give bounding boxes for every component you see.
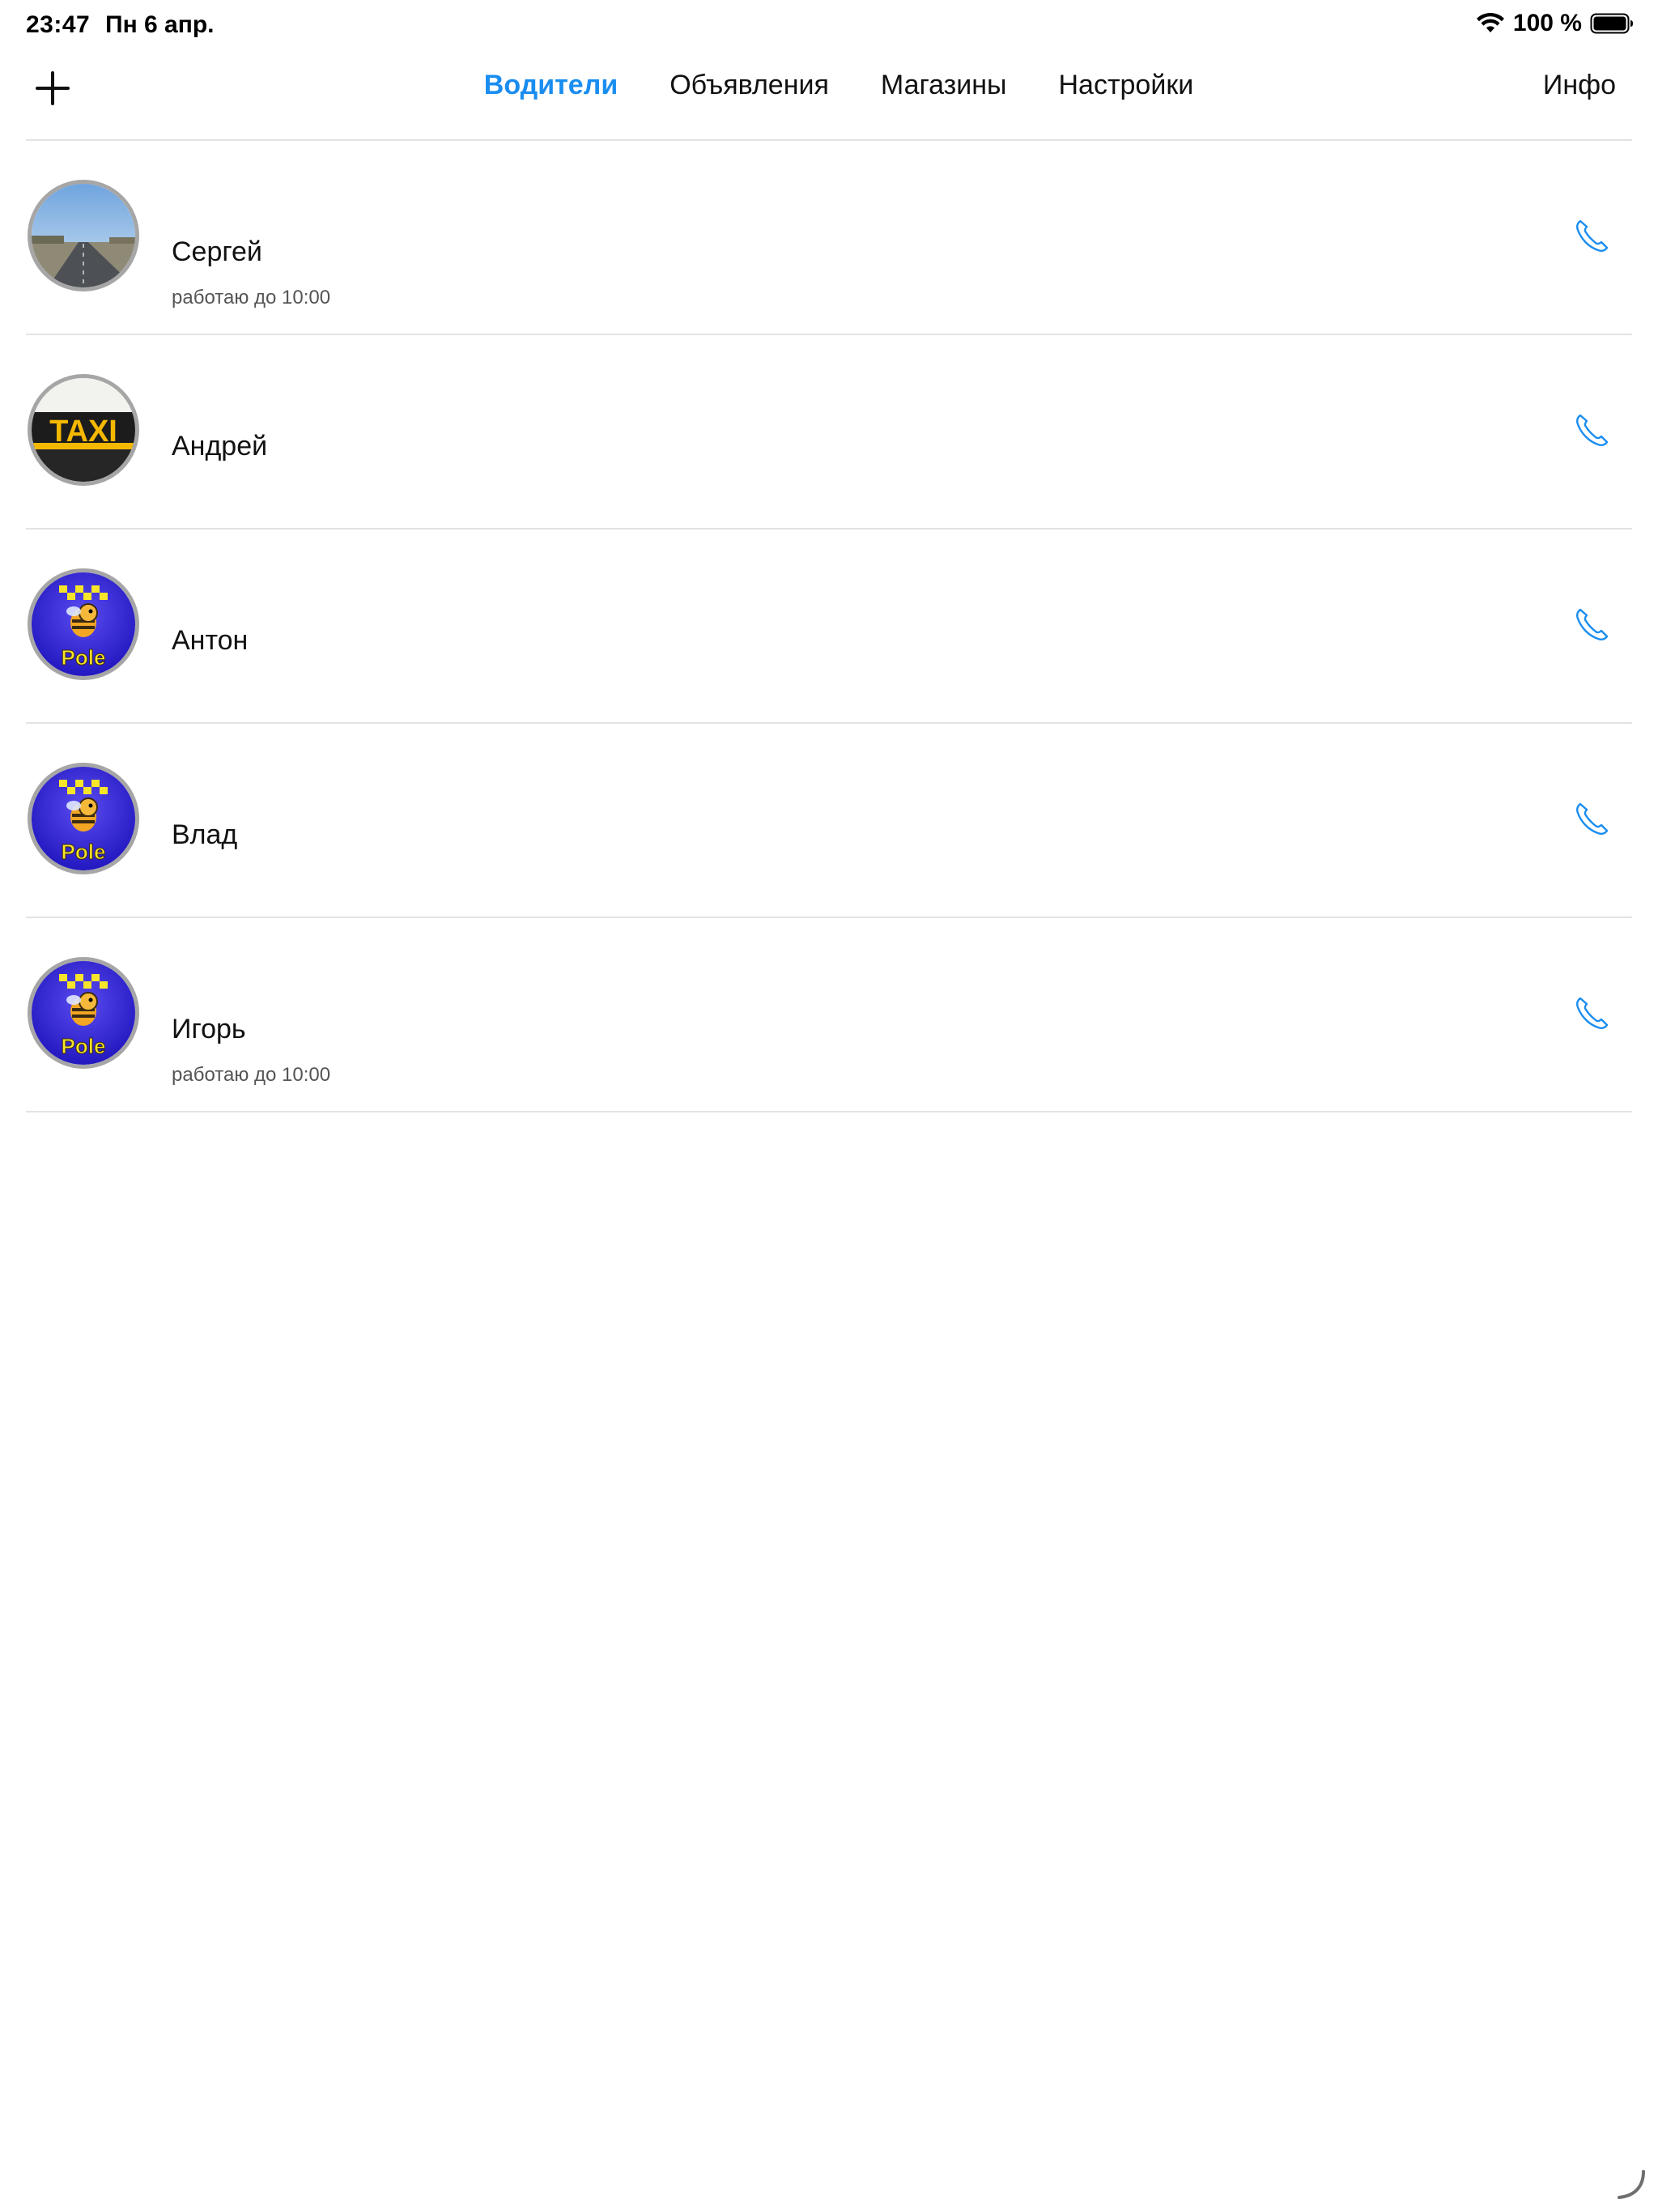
taxi-sign-avatar: TAXI [28, 374, 139, 486]
tab-shops[interactable]: Магазины [881, 70, 1007, 101]
driver-name: Андрей [172, 431, 268, 462]
call-button[interactable] [1572, 994, 1611, 1033]
battery-full-icon [1590, 12, 1634, 35]
svg-text:Pole: Pole [62, 645, 106, 670]
driver-name: Влад [172, 819, 238, 850]
driver-name: Сергей [172, 236, 262, 267]
phone-icon [1576, 997, 1609, 1029]
driver-status: работаю до 10:00 [172, 287, 331, 308]
bee-taxi-logo-avatar: Pole [28, 568, 139, 680]
bee-taxi-logo-avatar: Pole [28, 763, 139, 874]
phone-icon [1576, 608, 1609, 640]
driver-row[interactable]: Pole Влад [26, 724, 1632, 918]
info-button[interactable]: Инфо [1543, 70, 1616, 101]
driver-row[interactable]: Pole Игорь работаю до 10:00 [26, 918, 1632, 1112]
status-date: Пн 6 апр. [105, 11, 215, 38]
svg-text:Pole: Pole [62, 1034, 106, 1058]
call-button[interactable] [1572, 411, 1611, 450]
call-button[interactable] [1572, 217, 1611, 256]
tab-drivers[interactable]: Водители [484, 70, 618, 101]
call-button[interactable] [1572, 606, 1611, 644]
driver-row[interactable]: TAXI Андрей [26, 335, 1632, 530]
road-photo-avatar [28, 180, 139, 291]
phone-icon [1576, 414, 1609, 446]
top-navigation-bar: Водители Объявления Магазины Настройки И… [0, 52, 1658, 139]
tab-announcements[interactable]: Объявления [670, 70, 829, 101]
bee-taxi-logo-avatar: Pole [28, 957, 139, 1069]
driver-name: Игорь [172, 1014, 246, 1044]
svg-text:Pole: Pole [62, 840, 106, 864]
tab-settings[interactable]: Настройки [1058, 70, 1193, 101]
status-bar: 23:47 Пн 6 апр. 100 % [0, 0, 1658, 52]
status-indicators: 100 % [1476, 10, 1634, 37]
battery-percent: 100 % [1512, 10, 1582, 36]
driver-status: работаю до 10:00 [172, 1064, 331, 1086]
tab-bar: Водители Объявления Магазины Настройки [0, 70, 1658, 101]
call-button[interactable] [1572, 800, 1611, 839]
corner-resize-indicator [1614, 2168, 1647, 2201]
svg-text:TAXI: TAXI [49, 415, 117, 449]
status-time: 23:47 [26, 11, 91, 38]
phone-icon [1576, 802, 1609, 835]
driver-list: Сергей работаю до 10:00 TAXI Андрей Pole… [0, 141, 1658, 1112]
driver-row[interactable]: Сергей работаю до 10:00 [26, 141, 1632, 335]
driver-row[interactable]: Pole Антон [26, 530, 1632, 724]
driver-name: Антон [172, 625, 249, 656]
phone-icon [1576, 219, 1609, 252]
wifi-icon [1476, 13, 1505, 34]
